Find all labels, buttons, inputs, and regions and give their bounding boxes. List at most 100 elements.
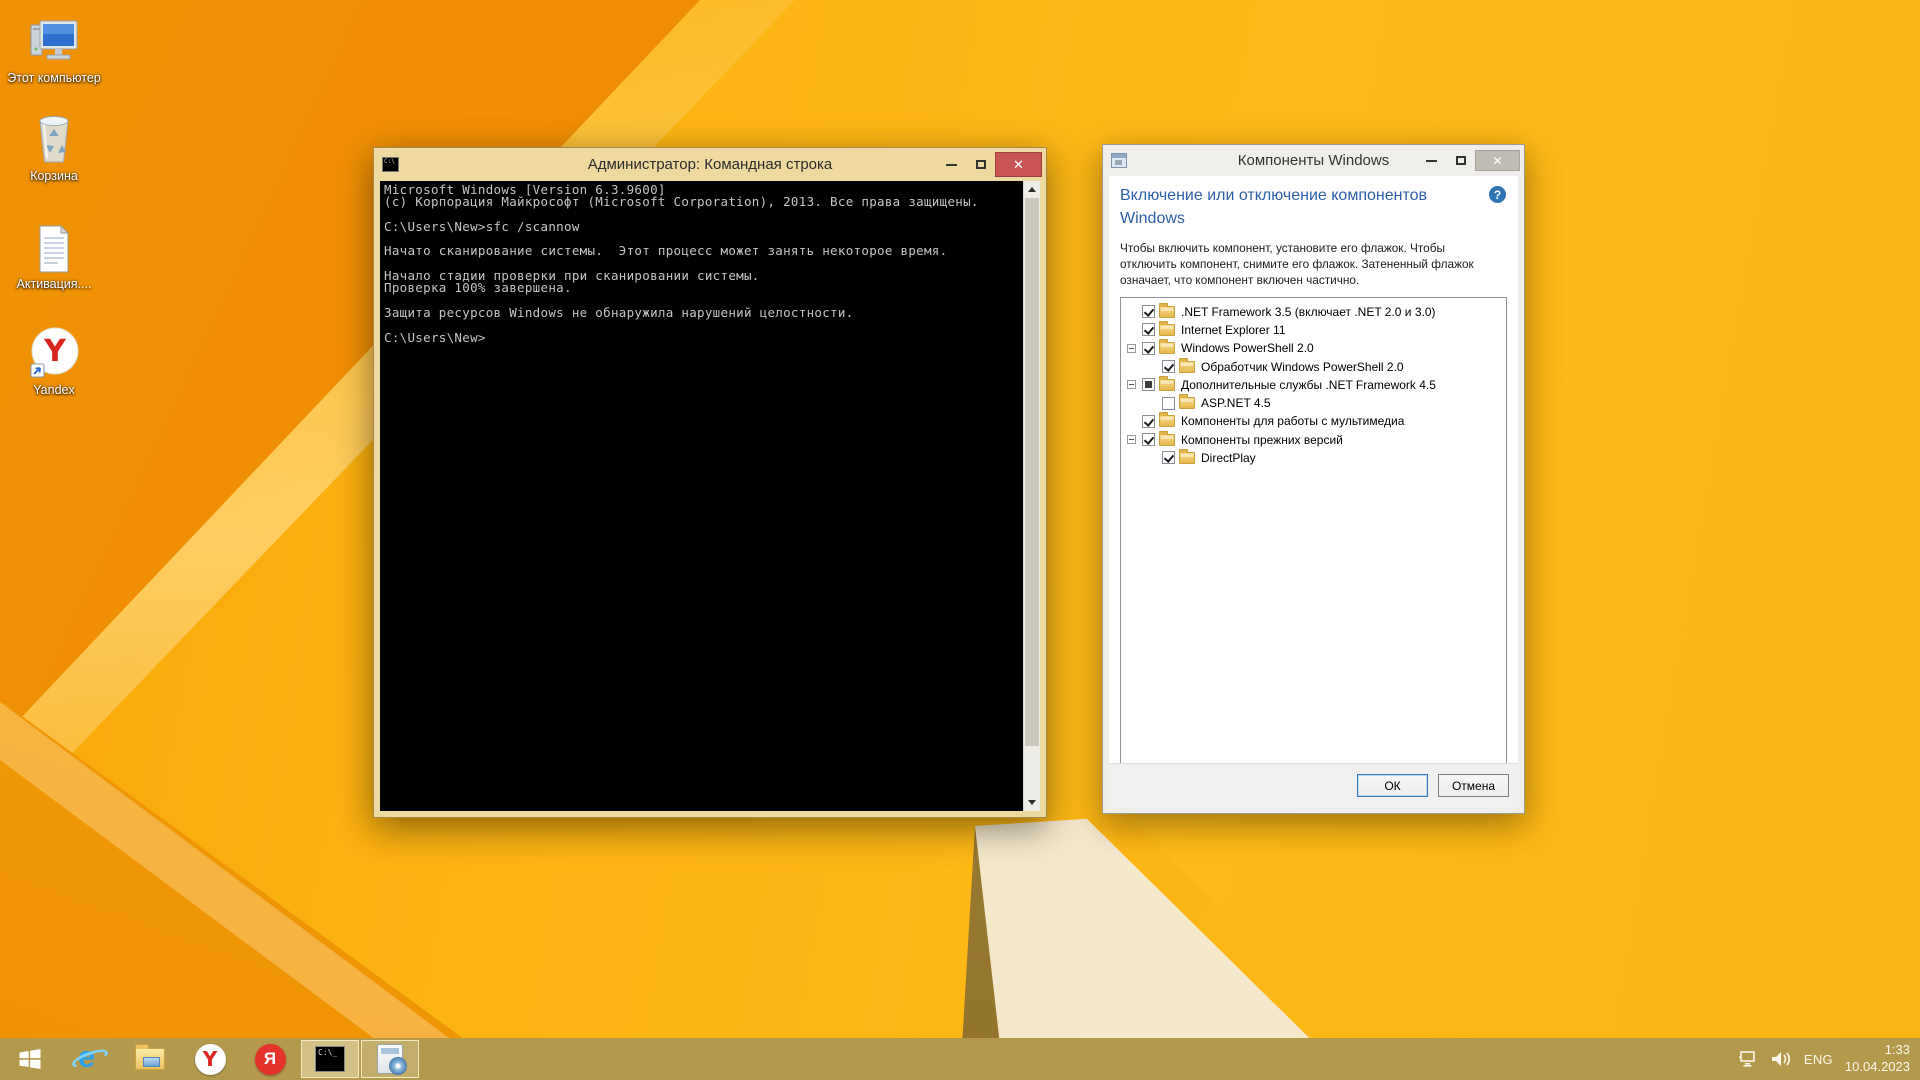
checkbox-checked[interactable] <box>1142 305 1155 318</box>
tree-row[interactable]: Компоненты прежних версий <box>1121 431 1506 449</box>
maximize-icon <box>1456 156 1466 165</box>
dialog-window-icon <box>1111 153 1127 168</box>
taskbar-yandex-app[interactable]: Я <box>240 1038 300 1080</box>
checkbox-checked[interactable] <box>1142 433 1155 446</box>
scroll-up-icon[interactable] <box>1024 181 1040 198</box>
tree-row[interactable]: DirectPlay <box>1121 449 1506 467</box>
expander-placeholder <box>1126 416 1137 427</box>
dialog-minimize-button[interactable] <box>1417 150 1446 172</box>
dialog-close-button[interactable]: ✕ <box>1475 150 1520 171</box>
taskbar-file-explorer[interactable] <box>120 1038 180 1080</box>
tree-row[interactable]: ASP.NET 4.5 <box>1121 394 1506 412</box>
cmd-window: C:\ Администратор: Командная строка ✕ Mi… <box>373 147 1047 818</box>
windows-features-dialog: Компоненты Windows ✕ Включение или отклю… <box>1102 144 1525 814</box>
tree-item-label[interactable]: Дополнительные службы .NET Framework 4.5 <box>1181 378 1436 392</box>
taskbar-features-window-button[interactable] <box>361 1040 419 1078</box>
expander-placeholder <box>1126 306 1137 317</box>
checkbox-checked[interactable] <box>1162 451 1175 464</box>
desktop-icon-activation-doc[interactable]: Активация.... <box>6 216 102 291</box>
close-icon: ✕ <box>1492 154 1502 168</box>
folder-icon <box>1159 342 1175 354</box>
network-icon <box>1738 1050 1758 1068</box>
console-scrollbar[interactable] <box>1023 181 1040 811</box>
folder-icon <box>1159 434 1175 446</box>
desktop: Этот компьютер Корзина <box>0 0 1920 1080</box>
desktop-icon-this-pc[interactable]: Этот компьютер <box>6 10 102 85</box>
folder-icon <box>1159 324 1175 336</box>
tree-row[interactable]: Windows PowerShell 2.0 <box>1121 339 1506 357</box>
dialog-maximize-button[interactable] <box>1446 150 1475 172</box>
tree-item-label[interactable]: .NET Framework 3.5 (включает .NET 2.0 и … <box>1181 305 1436 319</box>
tree-item-label[interactable]: Windows PowerShell 2.0 <box>1181 341 1314 355</box>
scrollbar-thumb[interactable] <box>1025 198 1039 746</box>
checkbox-unchecked[interactable] <box>1162 397 1175 410</box>
maximize-icon <box>976 160 986 169</box>
desktop-icon-label: Корзина <box>6 169 102 183</box>
close-icon: ✕ <box>1013 157 1024 173</box>
checkbox-checked[interactable] <box>1142 323 1155 336</box>
taskbar-cmd-window-button[interactable]: C:\_ <box>301 1040 359 1078</box>
internet-explorer-icon: e <box>73 1043 107 1075</box>
recycle-bin-icon <box>6 108 102 166</box>
language-indicator[interactable]: ENG <box>1804 1052 1833 1067</box>
yandex-browser-icon: Y <box>6 322 102 380</box>
speaker-icon <box>1770 1050 1792 1068</box>
features-tree: .NET Framework 3.5 (включает .NET 2.0 и … <box>1120 297 1507 776</box>
clock[interactable]: 1:33 10.04.2023 <box>1845 1042 1910 1076</box>
collapse-expander-icon[interactable] <box>1127 435 1136 444</box>
expander-placeholder <box>1126 324 1137 335</box>
network-tray-button[interactable] <box>1738 1050 1758 1068</box>
tree-item-label[interactable]: Обработчик Windows PowerShell 2.0 <box>1201 360 1404 374</box>
minimize-icon <box>946 164 957 166</box>
checkbox-checked[interactable] <box>1142 342 1155 355</box>
scroll-down-icon[interactable] <box>1024 794 1040 811</box>
cmd-minimize-button[interactable] <box>937 154 966 176</box>
tree-row[interactable]: Обработчик Windows PowerShell 2.0 <box>1121 357 1506 375</box>
tree-row[interactable]: Дополнительные службы .NET Framework 4.5 <box>1121 376 1506 394</box>
expander-placeholder <box>1146 452 1157 463</box>
tree-row[interactable]: Компоненты для работы с мультимедиа <box>1121 412 1506 430</box>
cmd-titlebar[interactable]: C:\ Администратор: Командная строка ✕ <box>374 148 1046 181</box>
start-button[interactable] <box>0 1038 60 1080</box>
yandex-app-icon: Я <box>255 1044 286 1075</box>
help-button[interactable]: ? <box>1489 186 1506 203</box>
folder-icon <box>1159 379 1175 391</box>
taskbar-internet-explorer[interactable]: e <box>60 1038 120 1080</box>
checkbox-checked[interactable] <box>1162 360 1175 373</box>
tree-item-label[interactable]: ASP.NET 4.5 <box>1201 396 1271 410</box>
collapse-expander-icon[interactable] <box>1127 380 1136 389</box>
desktop-icon-yandex[interactable]: Y Yandex <box>6 322 102 397</box>
folder-icon <box>1179 452 1195 464</box>
checkbox-checked[interactable] <box>1142 415 1155 428</box>
file-explorer-icon <box>135 1048 165 1070</box>
checkbox-partial[interactable] <box>1142 378 1155 391</box>
document-icon <box>6 216 102 274</box>
cancel-button[interactable]: Отмена <box>1438 774 1509 797</box>
tree-row[interactable]: .NET Framework 3.5 (включает .NET 2.0 и … <box>1121 302 1506 320</box>
cmd-maximize-button[interactable] <box>966 154 995 176</box>
dialog-titlebar[interactable]: Компоненты Windows ✕ <box>1103 145 1524 176</box>
cmd-close-button[interactable]: ✕ <box>995 152 1042 177</box>
yandex-browser-icon: Y <box>195 1044 226 1075</box>
tree-row[interactable]: Internet Explorer 11 <box>1121 321 1506 339</box>
cmd-icon: C:\_ <box>315 1046 345 1072</box>
tree-item-label[interactable]: Компоненты для работы с мультимедиа <box>1181 414 1404 428</box>
tree-item-label[interactable]: Компоненты прежних версий <box>1181 433 1343 447</box>
desktop-icon-label: Этот компьютер <box>6 71 102 85</box>
tree-item-label[interactable]: DirectPlay <box>1201 451 1256 465</box>
collapse-expander-icon[interactable] <box>1127 344 1136 353</box>
console-output[interactable]: Microsoft Windows [Version 6.3.9600] (c)… <box>380 181 1023 811</box>
svg-text:Y: Y <box>43 334 67 369</box>
tray-time: 1:33 <box>1845 1042 1910 1059</box>
folder-icon <box>1159 306 1175 318</box>
expander-placeholder <box>1146 398 1157 409</box>
expander-placeholder <box>1146 361 1157 372</box>
installer-icon <box>377 1044 403 1074</box>
this-pc-icon <box>6 10 102 68</box>
tree-item-label[interactable]: Internet Explorer 11 <box>1181 323 1286 337</box>
volume-tray-button[interactable] <box>1770 1050 1792 1068</box>
taskbar-yandex-browser[interactable]: Y <box>180 1038 240 1080</box>
ok-button[interactable]: ОК <box>1357 774 1428 797</box>
desktop-icon-recycle-bin[interactable]: Корзина <box>6 108 102 183</box>
minimize-icon <box>1426 160 1437 162</box>
